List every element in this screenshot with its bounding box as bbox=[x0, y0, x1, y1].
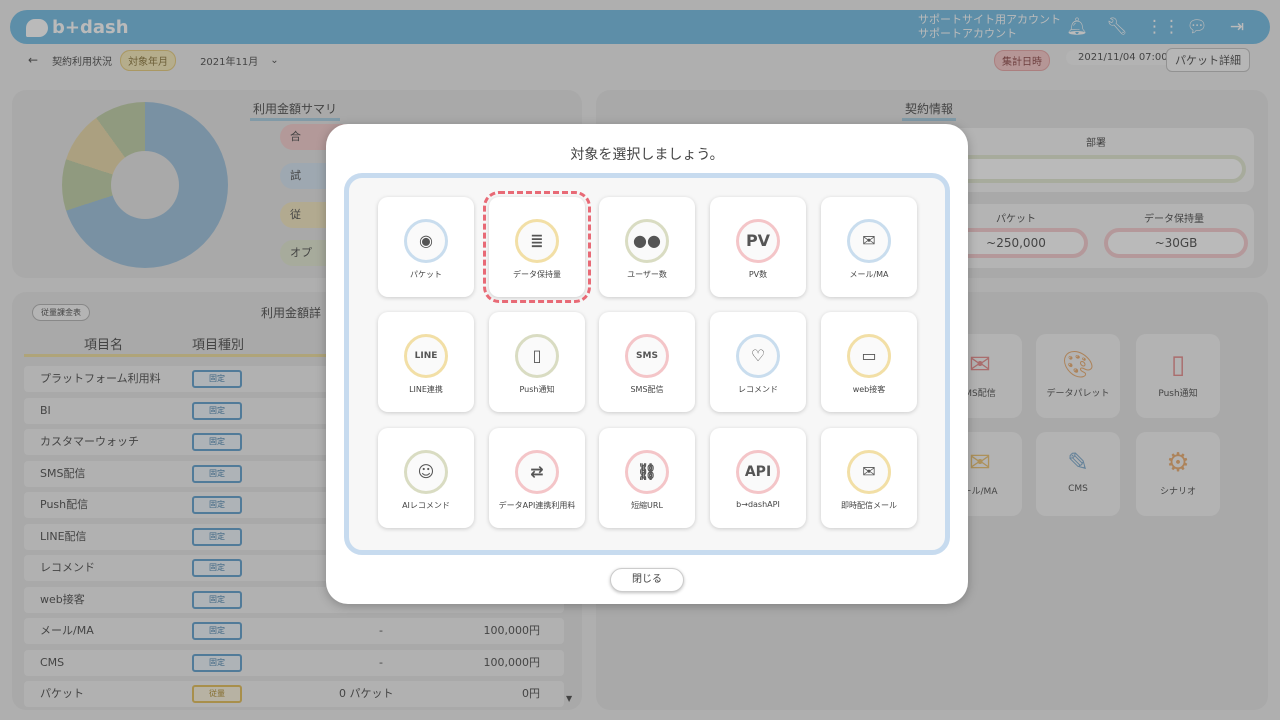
option-label: パケット bbox=[410, 270, 442, 279]
glyph: ⇄ bbox=[530, 462, 544, 481]
web-icon: ▭ bbox=[847, 334, 891, 378]
link-icon: ⛓ bbox=[625, 450, 669, 494]
glyph: ✉ bbox=[862, 231, 876, 250]
glyph: ▭ bbox=[861, 346, 877, 365]
mail-icon: ✉ bbox=[847, 219, 891, 263]
option-users[interactable]: ●● ユーザー数 bbox=[599, 197, 695, 297]
option-pv[interactable]: PV PV数 bbox=[710, 197, 806, 297]
select-target-modal: 対象を選択しましょう。 ◉ パケット ≣ データ保持量 ●● ユーザー数 PV PV数 … bbox=[326, 124, 968, 604]
option-label: メール/MA bbox=[849, 270, 889, 279]
option-label: データ保持量 bbox=[513, 270, 561, 279]
glyph: API bbox=[744, 464, 772, 480]
option-label: PV数 bbox=[748, 270, 768, 279]
database-icon: ≣ bbox=[515, 219, 559, 263]
heart-chat-icon: ♡ bbox=[736, 334, 780, 378]
option-data-retention[interactable]: ≣ データ保持量 bbox=[483, 191, 591, 303]
modal-title: 対象を選択しましょう。 bbox=[570, 147, 724, 163]
api-flow-icon: ⇄ bbox=[515, 450, 559, 494]
option-data-api[interactable]: ⇄ データAPI連携利用料 bbox=[489, 428, 585, 528]
database-icon: ◉ bbox=[404, 219, 448, 263]
robot-icon: ☺ bbox=[404, 450, 448, 494]
line-icon: LINE bbox=[404, 334, 448, 378]
option-label: ユーザー数 bbox=[627, 270, 667, 279]
option-instant-mail[interactable]: ✉ 即時配信メール bbox=[821, 428, 917, 528]
glyph: ●● bbox=[633, 231, 661, 250]
option-packet[interactable]: ◉ パケット bbox=[378, 197, 474, 297]
close-button[interactable]: 閉じる bbox=[610, 568, 684, 592]
option-ai-recommend[interactable]: ☺ AIレコメンド bbox=[378, 428, 474, 528]
modal-grid-frame: ◉ パケット ≣ データ保持量 ●● ユーザー数 PV PV数 ✉ メール/MA LINE… bbox=[344, 173, 950, 555]
option-label: LINE連携 bbox=[409, 385, 443, 394]
option-label: Push通知 bbox=[519, 385, 555, 394]
glyph: ♡ bbox=[750, 346, 766, 365]
option-sms[interactable]: SMS SMS配信 bbox=[599, 312, 695, 412]
glyph: SMS bbox=[636, 350, 658, 361]
glyph: ◉ bbox=[419, 231, 433, 250]
glyph: ✉ bbox=[862, 462, 876, 481]
option-label: web接客 bbox=[852, 385, 886, 394]
pv-icon: PV bbox=[736, 219, 780, 263]
glyph: ⛓ bbox=[636, 462, 658, 481]
option-short-url[interactable]: ⛓ 短縮URL bbox=[599, 428, 695, 528]
glyph: PV bbox=[745, 231, 771, 250]
option-label: 短縮URL bbox=[631, 501, 663, 510]
glyph: LINE bbox=[414, 350, 438, 361]
users-icon: ●● bbox=[625, 219, 669, 263]
option-recommend[interactable]: ♡ レコメンド bbox=[710, 312, 806, 412]
option-label: AIレコメンド bbox=[402, 501, 450, 510]
mail-icon: ✉ bbox=[847, 450, 891, 494]
api-icon: API bbox=[736, 450, 780, 494]
option-label: レコメンド bbox=[738, 385, 778, 394]
option-label: 即時配信メール bbox=[841, 501, 897, 510]
option-label: データAPI連携利用料 bbox=[498, 501, 576, 510]
option-mail-ma[interactable]: ✉ メール/MA bbox=[821, 197, 917, 297]
glyph: ☺ bbox=[417, 462, 435, 481]
glyph: ≣ bbox=[530, 231, 544, 250]
option-line[interactable]: LINE LINE連携 bbox=[378, 312, 474, 412]
glyph: ▯ bbox=[532, 346, 542, 365]
option-label: SMS配信 bbox=[630, 385, 664, 394]
push-icon: ▯ bbox=[515, 334, 559, 378]
option-bdash-api[interactable]: API b→dashAPI bbox=[710, 428, 806, 528]
option-web-service[interactable]: ▭ web接客 bbox=[821, 312, 917, 412]
option-label: b→dashAPI bbox=[736, 500, 780, 509]
option-push[interactable]: ▯ Push通知 bbox=[489, 312, 585, 412]
sms-icon: SMS bbox=[625, 334, 669, 378]
